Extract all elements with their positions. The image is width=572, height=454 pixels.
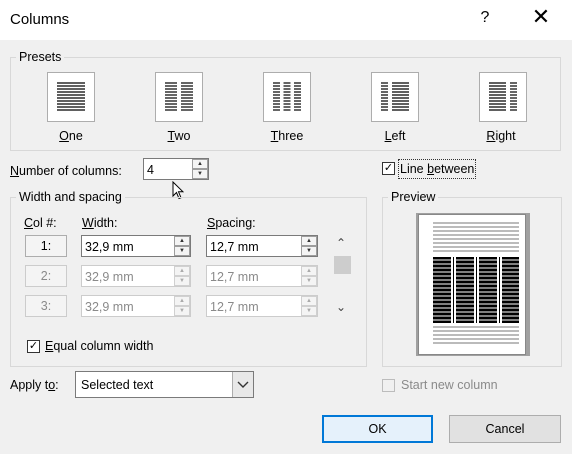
col-2-width-down-button: ▼: [174, 276, 190, 286]
col-1-button[interactable]: 1:: [25, 235, 67, 257]
col-3-spacing-stepper: 12,7 mm ▲ ▼: [206, 295, 318, 317]
preset-one-button[interactable]: [47, 72, 95, 122]
left-columns-icon: [381, 82, 409, 111]
scroll-up-arrow-icon[interactable]: ⌃: [336, 236, 346, 250]
col-3-width-up-button: ▲: [174, 296, 190, 306]
col-1-spacing-down-button[interactable]: ▼: [301, 246, 317, 256]
preset-two-label: Two: [167, 129, 191, 143]
apply-to-dropdown[interactable]: Selected text: [75, 371, 254, 398]
col-2-width-stepper: 32,9 mm ▲ ▼: [81, 265, 191, 287]
preset-two-button[interactable]: [155, 72, 203, 122]
line-between-checkbox[interactable]: ✓: [382, 162, 395, 175]
col-1-spacing-stepper[interactable]: 12,7 mm ▲ ▼: [206, 235, 318, 257]
spacing-header: Spacing:: [207, 216, 256, 230]
preset-three-button[interactable]: [263, 72, 311, 122]
preview-legend: Preview: [388, 190, 439, 204]
dialog-title: Columns: [10, 11, 70, 28]
preset-right-label: Right: [486, 129, 516, 143]
col-2-spacing-down-button: ▼: [301, 276, 317, 286]
width-spacing-legend: Width and spacing: [16, 190, 125, 204]
apply-to-value: Selected text: [81, 378, 154, 392]
num-columns-up-button[interactable]: ▲: [192, 159, 208, 169]
num-columns-value: 4: [147, 163, 154, 177]
col-3-width-stepper: 32,9 mm ▲ ▼: [81, 295, 191, 317]
preset-left-button[interactable]: [371, 72, 419, 122]
col-3-spacing-down-button: ▼: [301, 306, 317, 316]
col-number-header: Col #:: [24, 216, 57, 230]
col-3-spacing-up-button: ▲: [301, 296, 317, 306]
presets-legend: Presets: [16, 50, 65, 64]
ok-button[interactable]: OK: [322, 415, 433, 443]
right-columns-icon: [489, 82, 517, 111]
col-1-width-up-button[interactable]: ▲: [174, 236, 190, 246]
two-columns-icon: [165, 82, 193, 111]
preview-page: [418, 214, 526, 355]
preset-right-button[interactable]: [479, 72, 527, 122]
chevron-down-icon: [237, 381, 249, 388]
apply-to-dropdown-button[interactable]: [232, 372, 253, 397]
equal-width-checkbox[interactable]: ✓: [27, 340, 40, 353]
scrollbar-thumb[interactable]: [334, 256, 351, 274]
start-new-column-label: Start new column: [401, 378, 498, 392]
num-columns-stepper[interactable]: 4 ▲ ▼: [143, 158, 209, 180]
cancel-button[interactable]: Cancel: [449, 415, 561, 443]
col-2-button: 2:: [25, 265, 67, 287]
col-2-width-up-button: ▲: [174, 266, 190, 276]
three-columns-icon: [273, 82, 301, 111]
col-3-button: 3:: [25, 295, 67, 317]
num-columns-label: Number of columns:: [10, 164, 122, 178]
col-1-width-stepper[interactable]: 32,9 mm ▲ ▼: [81, 235, 191, 257]
help-button[interactable]: ?: [477, 9, 493, 27]
preset-left-label: Left: [384, 129, 406, 143]
col-1-spacing-up-button[interactable]: ▲: [301, 236, 317, 246]
start-new-column-checkbox: [382, 379, 395, 392]
col-2-spacing-stepper: 12,7 mm ▲ ▼: [206, 265, 318, 287]
scroll-down-arrow-icon[interactable]: ⌄: [336, 300, 346, 314]
line-between-label[interactable]: Line between: [398, 159, 477, 179]
close-button[interactable]: ✕: [530, 6, 552, 28]
one-column-icon: [57, 82, 85, 111]
col-3-width-down-button: ▼: [174, 306, 190, 316]
num-columns-down-button[interactable]: ▼: [192, 169, 208, 179]
apply-to-label: Apply to:: [10, 378, 59, 392]
preset-one-label: One: [59, 129, 83, 143]
equal-width-label[interactable]: Equal column width: [45, 339, 153, 353]
col-1-width-down-button[interactable]: ▼: [174, 246, 190, 256]
preset-three-label: Three: [270, 129, 304, 143]
preview-layout-icon: [433, 222, 519, 344]
width-header: Width:: [82, 216, 118, 230]
col-2-spacing-up-button: ▲: [301, 266, 317, 276]
